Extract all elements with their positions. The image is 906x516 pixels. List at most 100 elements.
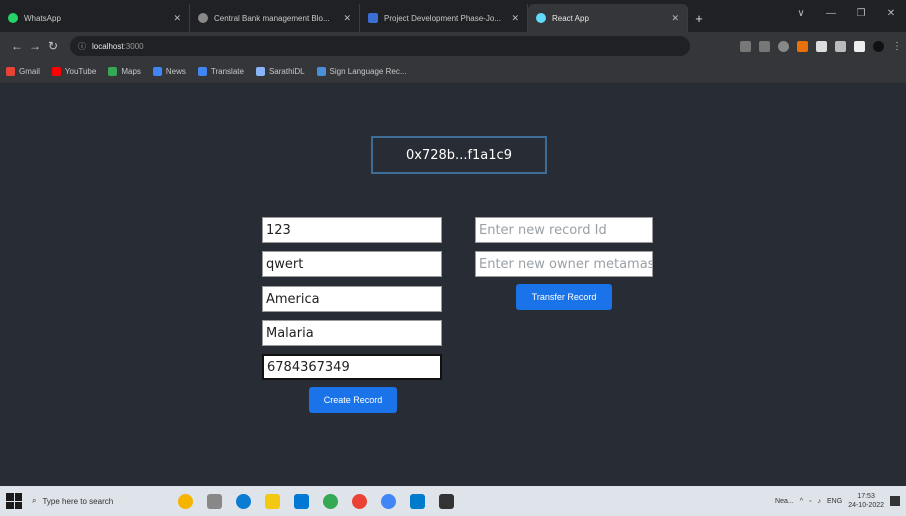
task-view-icon[interactable] [207, 493, 222, 509]
store-icon[interactable] [294, 493, 309, 509]
translate-icon [197, 67, 207, 76]
window-controls: ∨ — ❐ ✕ [786, 0, 906, 26]
new-record-id-input[interactable]: Enter new record Id [475, 217, 653, 243]
tab-whatsapp[interactable]: WhatsApp ✕ [0, 4, 190, 32]
clock-date: 24-10-2022 [848, 502, 884, 509]
restore-button[interactable]: ❐ [846, 8, 876, 19]
widgets-icon[interactable] [178, 493, 193, 509]
tab-central-bank[interactable]: Central Bank management Blo... ✕ [190, 4, 360, 32]
new-tab-button[interactable]: + [688, 4, 710, 32]
react-app-page: 0x728b...f1a1c9 123 qwert America Malari… [0, 84, 906, 486]
extensions-icon[interactable] [816, 40, 827, 52]
gmail-icon [6, 67, 15, 76]
tab-project-development[interactable]: Project Development Phase-Jo... ✕ [360, 4, 528, 32]
profile-avatar[interactable] [873, 40, 884, 52]
notification-icon[interactable] [890, 496, 900, 506]
metamask-icon[interactable] [797, 40, 808, 52]
minimize-button[interactable]: — [816, 8, 846, 19]
chrome-icon[interactable] [323, 493, 338, 509]
reload-icon[interactable]: ↻ [44, 39, 62, 53]
bookmark-label: SarathiDL [268, 67, 305, 76]
share-icon[interactable] [740, 40, 751, 52]
browser-tab-strip: WhatsApp ✕ Central Bank management Blo..… [0, 0, 906, 32]
browser-toolbar: ← → ↻ ⓘ localhost :3000 ⋮ [0, 32, 906, 60]
close-icon[interactable]: ✕ [505, 13, 519, 24]
bookmark-star-icon[interactable] [778, 40, 789, 52]
bookmark-label: Translate [210, 67, 244, 76]
tab-label: React App [552, 13, 589, 23]
bookmark-label: News [165, 67, 186, 76]
tab-react-app[interactable]: React App ✕ [528, 4, 688, 32]
clock-time: 17:53 [857, 493, 875, 500]
page-icon [198, 13, 208, 23]
forward-icon[interactable]: → [26, 39, 44, 53]
sidepanel-icon[interactable] [854, 40, 865, 52]
new-owner-input[interactable]: Enter new owner metamas [475, 251, 653, 277]
search-placeholder: Type here to search [42, 496, 114, 506]
system-tray: Nea... ^ ◦ ♪ ENG 17:53 24-10-2022 [775, 492, 900, 510]
create-record-button[interactable]: Create Record [309, 387, 397, 413]
network-icon[interactable]: ◦ [809, 498, 811, 505]
taskbar-search[interactable]: ⌕ Type here to search [32, 490, 160, 512]
tab-label: Project Development Phase-Jo... [384, 13, 501, 23]
close-window-button[interactable]: ✕ [876, 8, 906, 19]
bookmark-label: Maps [121, 67, 141, 76]
install-icon[interactable] [759, 40, 770, 52]
maps-icon [108, 67, 118, 76]
close-icon[interactable]: ✕ [665, 13, 679, 24]
volume-icon[interactable]: ♪ [818, 498, 822, 505]
vscode-icon[interactable] [410, 493, 425, 509]
react-icon [536, 13, 546, 23]
bookmark-gmail[interactable]: Gmail [6, 67, 40, 76]
back-icon[interactable]: ← [8, 39, 26, 53]
edge-icon[interactable] [236, 493, 251, 509]
language-indicator[interactable]: ENG [827, 498, 842, 505]
bookmarks-bar: Gmail YouTube Maps News Translate Sarath… [0, 60, 906, 84]
chrome-alt-icon[interactable] [352, 493, 367, 509]
phone-field[interactable]: 6784367349 [262, 354, 442, 380]
record-id-field[interactable]: 123 [262, 217, 442, 243]
search-icon: ⌕ [32, 496, 37, 505]
bookmark-maps[interactable]: Maps [108, 67, 141, 76]
account-address: 0x728b...f1a1c9 [371, 136, 547, 174]
terminal-icon[interactable] [439, 493, 454, 509]
sign-language-icon [316, 67, 326, 76]
chevron-up-icon[interactable]: ^ [800, 498, 803, 505]
address-host: localhost [92, 41, 124, 51]
bookmark-youtube[interactable]: YouTube [51, 67, 97, 76]
bookmark-label: Sign Language Rec... [329, 67, 407, 76]
patient-name-field[interactable]: qwert [262, 251, 442, 277]
menu-icon[interactable]: ⋮ [892, 41, 902, 52]
bookmark-label: Gmail [19, 67, 40, 76]
address-port: :3000 [123, 41, 144, 51]
disease-field[interactable]: Malaria [262, 320, 442, 346]
app-icon[interactable] [381, 493, 396, 509]
address-bar[interactable]: ⓘ localhost :3000 [70, 36, 690, 56]
bookmark-label: YouTube [64, 67, 97, 76]
youtube-icon [51, 67, 61, 76]
close-icon[interactable]: ✕ [337, 13, 351, 24]
windows-start-icon[interactable] [6, 493, 22, 509]
taskbar-apps [178, 493, 454, 509]
globe-icon [255, 67, 265, 76]
weather-text[interactable]: Nea... [775, 498, 794, 505]
country-field[interactable]: America [262, 286, 442, 312]
extensions-area: ⋮ [740, 40, 902, 52]
download-icon[interactable] [835, 40, 846, 52]
bookmark-news[interactable]: News [152, 67, 186, 76]
tab-label: WhatsApp [24, 13, 61, 23]
tab-search-icon[interactable]: ∨ [786, 8, 816, 19]
close-icon[interactable]: ✕ [167, 13, 181, 24]
bookmark-translate[interactable]: Translate [197, 67, 244, 76]
transfer-record-button[interactable]: Transfer Record [516, 284, 612, 310]
news-icon [152, 67, 162, 76]
info-icon[interactable]: ⓘ [78, 41, 86, 52]
clock[interactable]: 17:53 24-10-2022 [848, 492, 884, 510]
bookmark-sarathidl[interactable]: SarathiDL [255, 67, 305, 76]
windows-taskbar: ⌕ Type here to search Nea... ^ ◦ ♪ ENG 1… [0, 486, 906, 516]
whatsapp-icon [8, 13, 18, 23]
bookmark-sign-language[interactable]: Sign Language Rec... [316, 67, 407, 76]
doc-icon [368, 13, 378, 23]
file-explorer-icon[interactable] [265, 493, 280, 509]
tab-label: Central Bank management Blo... [214, 13, 330, 23]
